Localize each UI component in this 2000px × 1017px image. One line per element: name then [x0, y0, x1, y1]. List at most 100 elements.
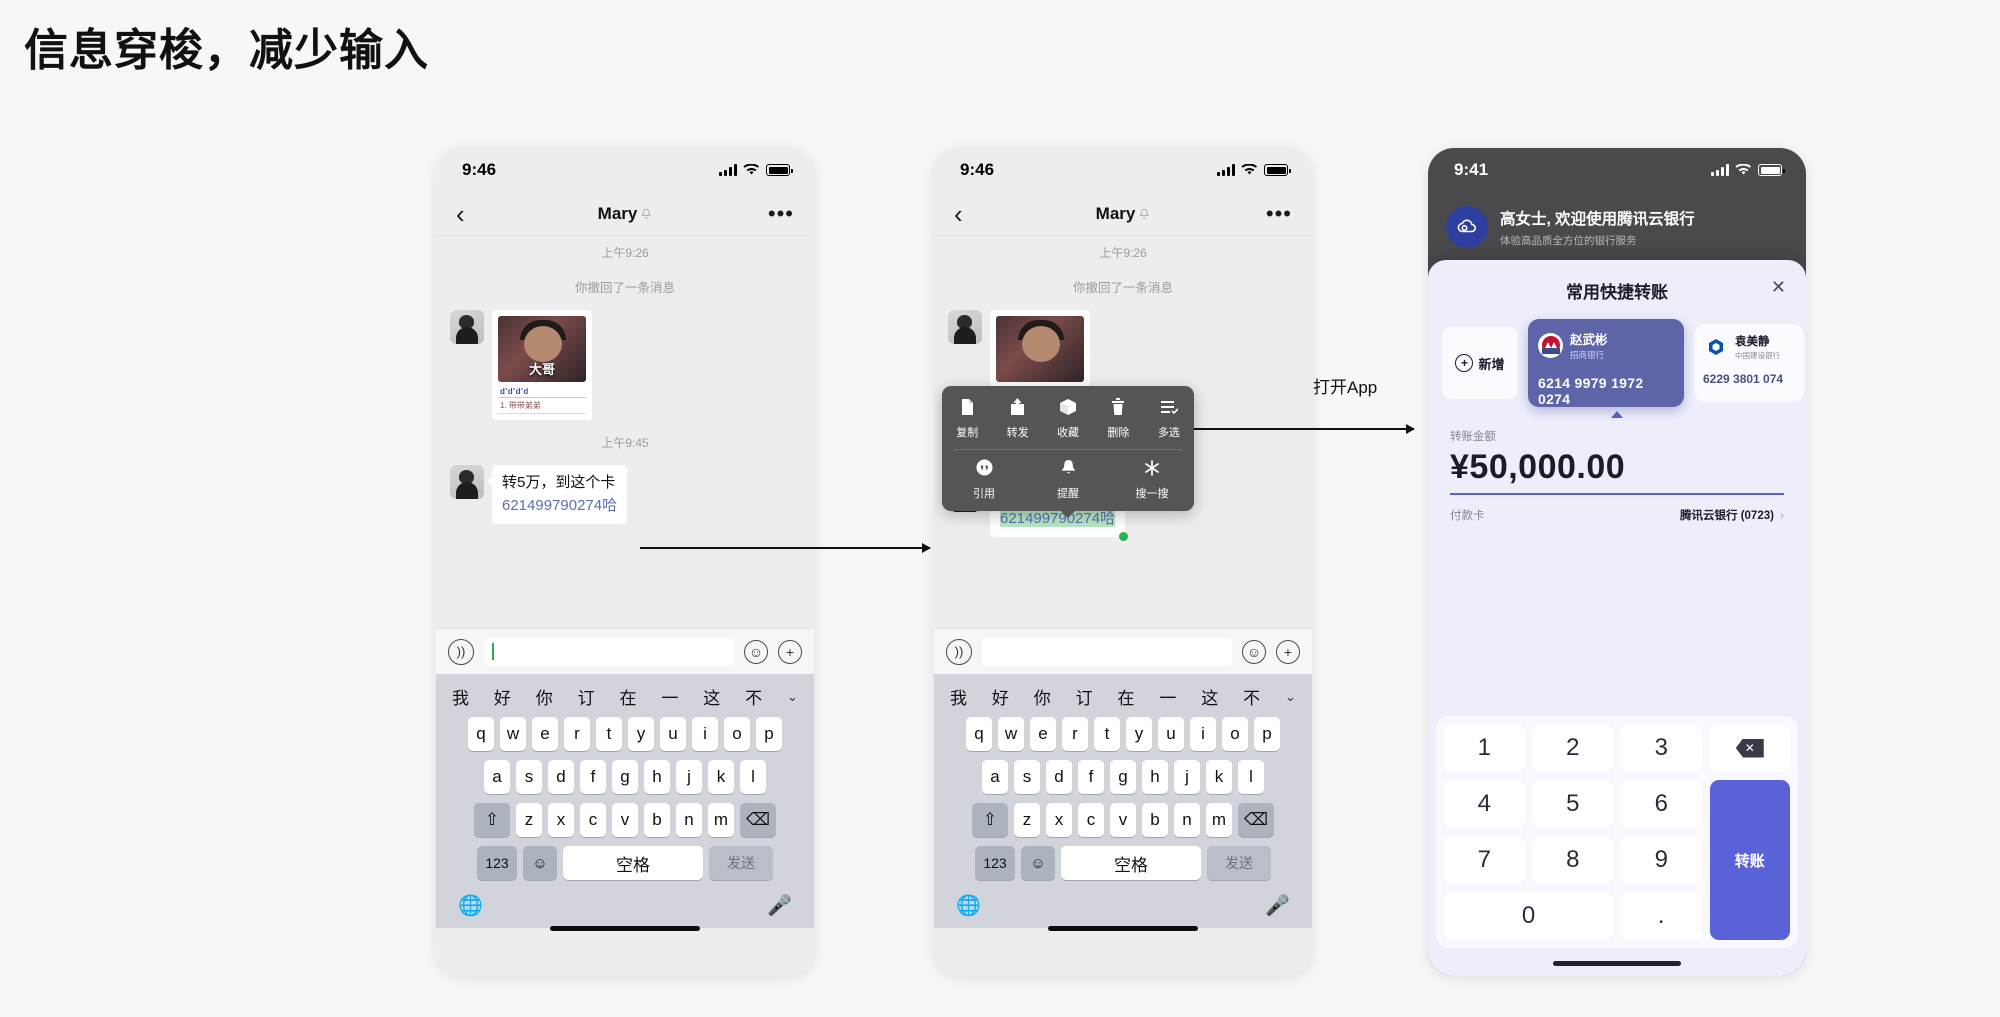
emoji-icon[interactable]: ☺	[744, 639, 768, 664]
key[interactable]: w	[500, 717, 526, 751]
message-context-menu[interactable]: 复制 转发 收藏 删除 多选 引用 提醒 搜一搜	[942, 386, 1194, 518]
image-bubble[interactable]	[990, 310, 1090, 388]
key[interactable]: l	[740, 760, 766, 794]
payee-card-list[interactable]: + 新增 赵武彬 招商银行 6214 9979 1972 0274 袁美静 中国…	[1428, 317, 1806, 409]
menu-item-delete[interactable]: 删除	[1093, 398, 1143, 440]
menu-item-favorite[interactable]: 收藏	[1043, 398, 1093, 440]
numpad-key-1[interactable]: 1	[1444, 724, 1525, 772]
send-key[interactable]: 发送	[709, 846, 773, 880]
key[interactable]: k	[1206, 760, 1232, 794]
avatar[interactable]	[450, 465, 484, 499]
source-card-row[interactable]: 付款卡 腾讯云银行 (0723) ›	[1428, 495, 1806, 523]
avatar[interactable]	[450, 310, 484, 344]
transfer-submit-button[interactable]: 转账	[1709, 780, 1790, 940]
key[interactable]: r	[1062, 717, 1088, 751]
key[interactable]: v	[1110, 803, 1136, 837]
candidate[interactable]: 一	[1157, 684, 1178, 709]
mic-icon[interactable]: 🎤	[767, 893, 792, 918]
key[interactable]: l	[1238, 760, 1264, 794]
numpad-key-dot[interactable]: .	[1621, 892, 1702, 940]
image-bubble[interactable]: 大哥 d'd'd'd 1. 带带弟弟	[492, 310, 592, 420]
menu-item-quote[interactable]: 引用	[942, 459, 1026, 501]
key[interactable]: a	[484, 760, 510, 794]
key[interactable]: k	[708, 760, 734, 794]
key[interactable]: m	[708, 803, 734, 837]
message-input[interactable]	[484, 637, 734, 666]
numeric-key[interactable]: 123	[477, 846, 517, 880]
key[interactable]: i	[1190, 717, 1216, 751]
chevron-down-icon[interactable]: ⌄	[785, 689, 800, 705]
space-key[interactable]: 空格	[563, 846, 703, 880]
key[interactable]: e	[532, 717, 558, 751]
text-bubble[interactable]: 转5万，到这个卡 621499790274哈	[486, 465, 628, 524]
close-icon[interactable]: ✕	[1771, 277, 1786, 298]
key[interactable]: d	[1046, 760, 1072, 794]
key[interactable]: g	[1110, 760, 1136, 794]
numpad-key-8[interactable]: 8	[1532, 836, 1613, 884]
key[interactable]: w	[998, 717, 1024, 751]
voice-icon[interactable]: ))	[946, 638, 972, 665]
key[interactable]: p	[1254, 717, 1280, 751]
key[interactable]: j	[676, 760, 702, 794]
key[interactable]: o	[1222, 717, 1248, 751]
key[interactable]: r	[564, 717, 590, 751]
key[interactable]: u	[1158, 717, 1184, 751]
key[interactable]: d	[548, 760, 574, 794]
candidate[interactable]: 这	[701, 684, 722, 709]
shift-key[interactable]: ⇧	[972, 803, 1008, 837]
key[interactable]: u	[660, 717, 686, 751]
key[interactable]: h	[644, 760, 670, 794]
candidate[interactable]: 不	[1241, 684, 1262, 709]
emoji-key[interactable]: ☺	[1021, 846, 1055, 880]
key[interactable]: n	[1174, 803, 1200, 837]
key[interactable]: b	[644, 803, 670, 837]
voice-icon[interactable]: ))	[448, 638, 474, 665]
key[interactable]: f	[1078, 760, 1104, 794]
candidate[interactable]: 我	[948, 684, 969, 709]
key[interactable]: n	[676, 803, 702, 837]
globe-icon[interactable]: 🌐	[956, 893, 981, 918]
menu-item-search[interactable]: 搜一搜	[1110, 459, 1194, 501]
key[interactable]: x	[548, 803, 574, 837]
plus-icon[interactable]: +	[778, 639, 802, 664]
key[interactable]: q	[468, 717, 494, 751]
selection-handle-end[interactable]	[1119, 532, 1129, 541]
key[interactable]: b	[1142, 803, 1168, 837]
key[interactable]: s	[516, 760, 542, 794]
chevron-down-icon[interactable]: ⌄	[1283, 689, 1298, 705]
send-key[interactable]: 发送	[1207, 846, 1271, 880]
key[interactable]: y	[1126, 717, 1152, 751]
key[interactable]: z	[1014, 803, 1040, 837]
key[interactable]: t	[596, 717, 622, 751]
candidate[interactable]: 你	[1032, 684, 1053, 709]
key[interactable]: m	[1206, 803, 1232, 837]
message-input[interactable]	[982, 637, 1232, 666]
key[interactable]: q	[966, 717, 992, 751]
payee-card-2[interactable]: 袁美静 中国建设银行 6229 3801 074	[1694, 324, 1804, 402]
avatar[interactable]	[948, 310, 982, 344]
key[interactable]: p	[756, 717, 782, 751]
key[interactable]: z	[516, 803, 542, 837]
key[interactable]: v	[612, 803, 638, 837]
key[interactable]: f	[580, 760, 606, 794]
amount-value[interactable]: ¥50,000.00	[1450, 448, 1784, 487]
candidate[interactable]: 在	[1116, 684, 1137, 709]
emoji-icon[interactable]: ☺	[1242, 639, 1266, 664]
menu-item-forward[interactable]: 转发	[992, 398, 1042, 440]
backspace-key[interactable]: ⌫	[740, 803, 776, 837]
numpad-key-5[interactable]: 5	[1532, 780, 1613, 828]
key[interactable]: j	[1174, 760, 1200, 794]
space-key[interactable]: 空格	[1061, 846, 1201, 880]
candidate[interactable]: 我	[450, 684, 471, 709]
candidate[interactable]: 在	[618, 684, 639, 709]
key[interactable]: c	[1078, 803, 1104, 837]
numpad-key-4[interactable]: 4	[1444, 780, 1525, 828]
candidate[interactable]: 好	[492, 684, 513, 709]
candidate[interactable]: 不	[743, 684, 764, 709]
key[interactable]: g	[612, 760, 638, 794]
menu-item-remind[interactable]: 提醒	[1026, 459, 1110, 501]
candidate[interactable]: 好	[990, 684, 1011, 709]
key[interactable]: i	[692, 717, 718, 751]
backspace-key[interactable]: ⌫	[1238, 803, 1274, 837]
menu-item-multiselect[interactable]: 多选	[1144, 398, 1194, 440]
